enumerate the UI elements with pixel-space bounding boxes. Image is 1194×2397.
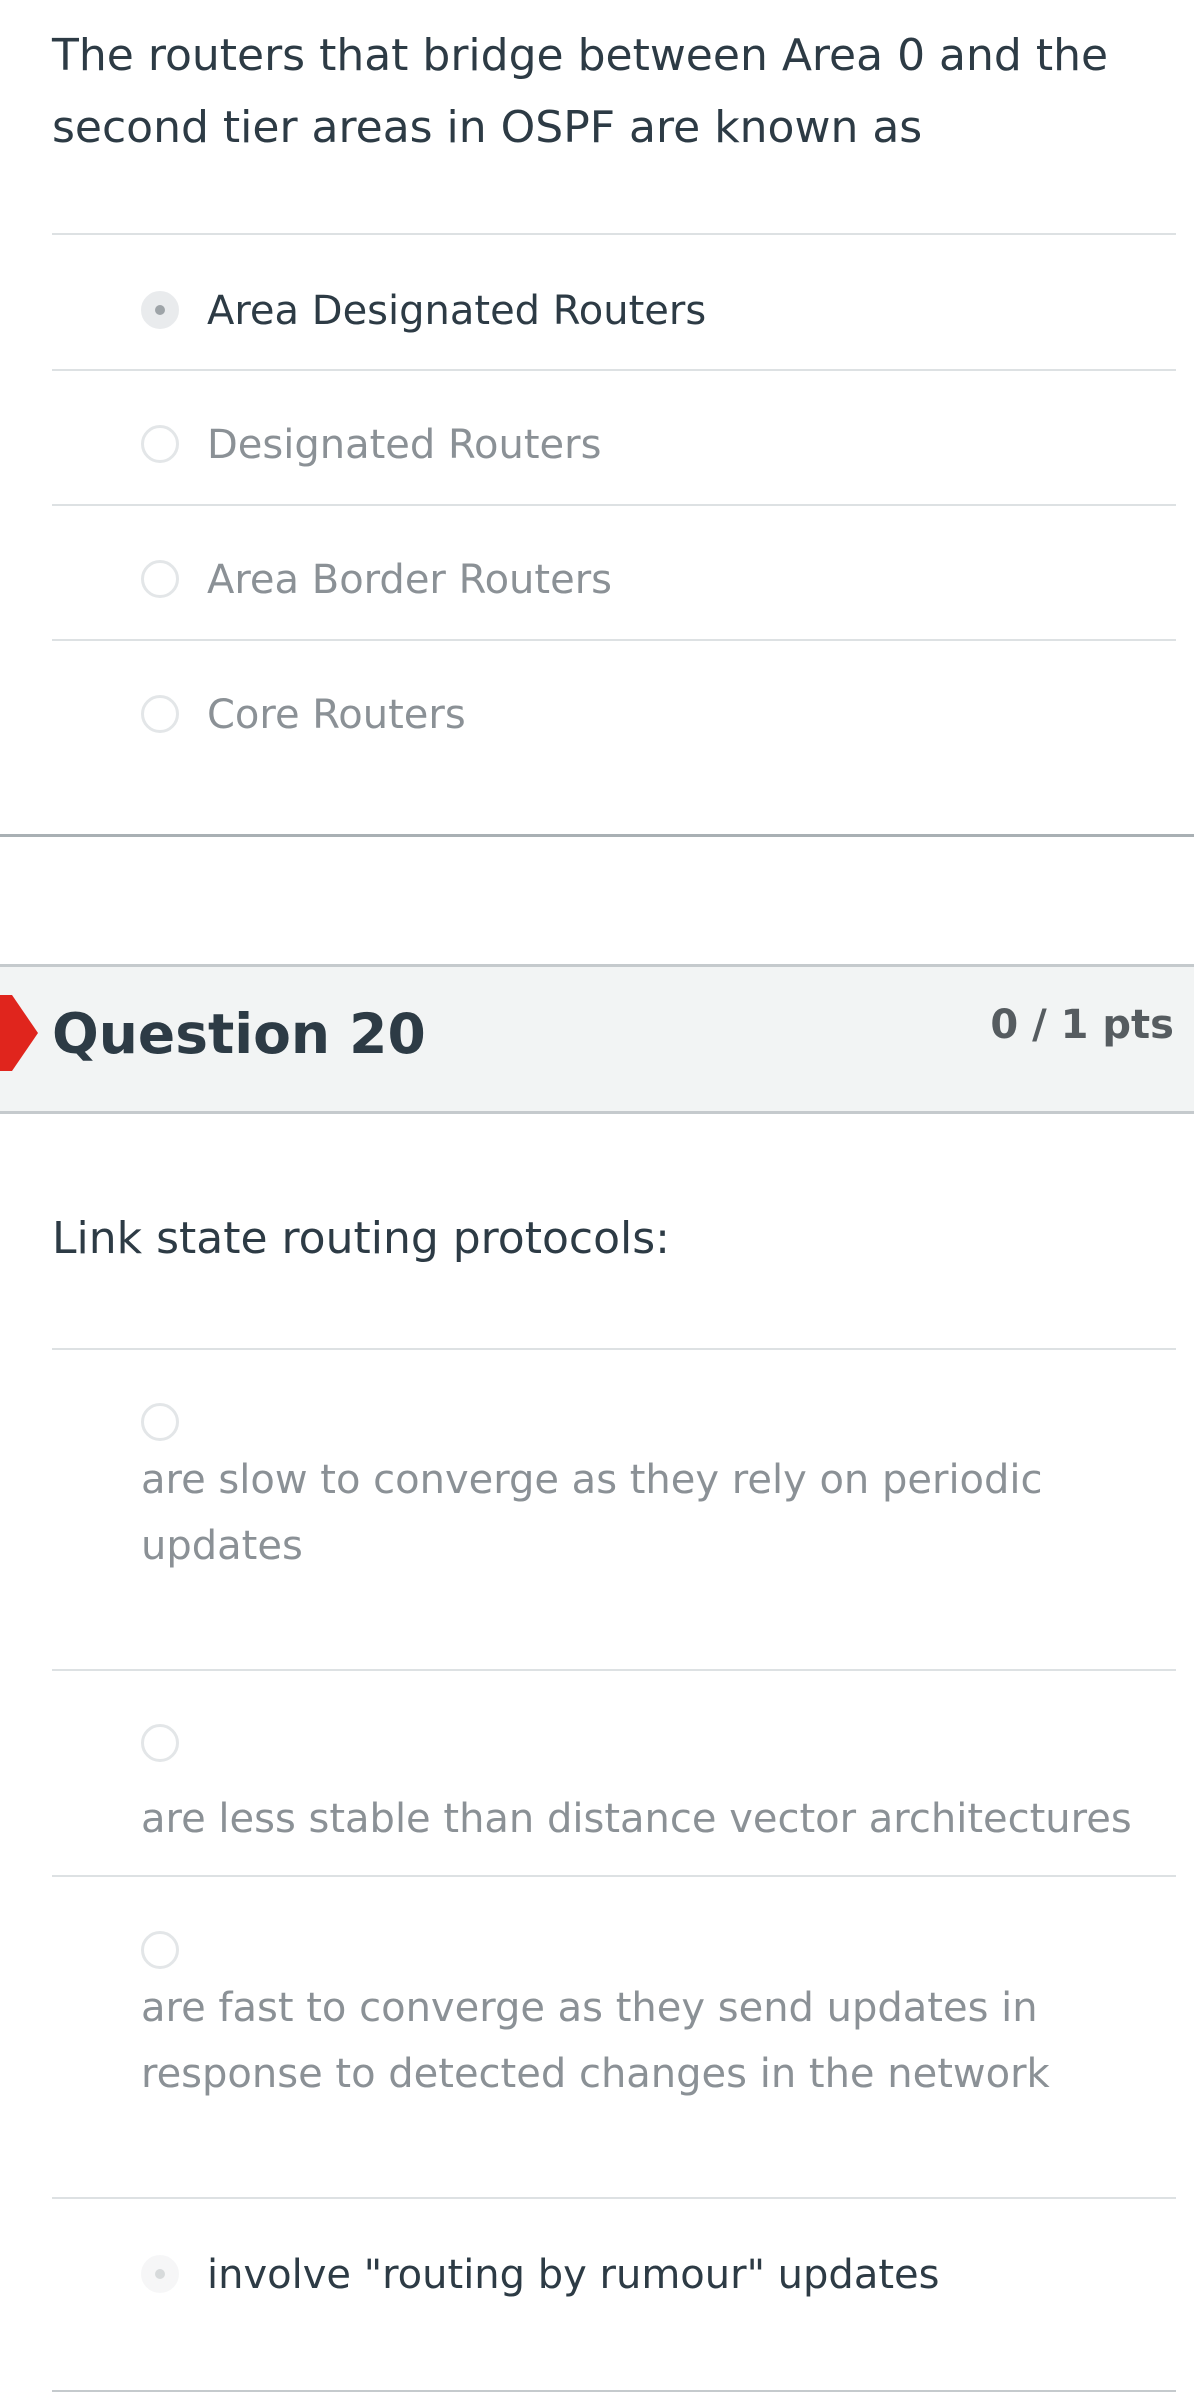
divider — [52, 2390, 1176, 2392]
divider — [52, 369, 1176, 371]
answer-label-routing-by-rumour: involve "routing by rumour" updates — [207, 2252, 940, 2298]
answer-radio-routing-by-rumour[interactable] — [141, 2255, 179, 2293]
answer-label-slow-to-converge: are slow to converge as they rely on per… — [141, 1447, 1043, 1579]
question-20-header: Question 20 0 / 1 pts — [0, 964, 1194, 1114]
answer-label-core-routers: Core Routers — [207, 692, 466, 738]
answer-radio-area-border-routers[interactable] — [141, 560, 179, 598]
question-19-text-line1: The routers that bridge between Area 0 a… — [52, 30, 1109, 81]
incorrect-answer-flag-icon — [0, 995, 38, 1071]
answer-label-line: response to detected changes in the netw… — [141, 2051, 1050, 2097]
answer-label-line: updates — [141, 1523, 303, 1569]
divider — [52, 1669, 1176, 1671]
divider — [52, 2197, 1176, 2199]
answer-radio-less-stable[interactable] — [141, 1724, 179, 1762]
question-separator — [0, 834, 1194, 837]
question-19-text-line2: second tier areas in OSPF are known as — [52, 102, 923, 153]
answer-label-line: are slow to converge as they rely on per… — [141, 1457, 1043, 1503]
answer-radio-area-designated-routers[interactable] — [141, 291, 179, 329]
answer-label-designated-routers: Designated Routers — [207, 422, 602, 468]
answer-label-less-stable: are less stable than distance vector arc… — [141, 1796, 1132, 1842]
answer-radio-fast-to-converge[interactable] — [141, 1931, 179, 1969]
question-points: 0 / 1 pts — [990, 1002, 1174, 1048]
divider — [52, 504, 1176, 506]
answer-radio-slow-to-converge[interactable] — [141, 1403, 179, 1441]
question-19-text: The routers that bridge between Area 0 a… — [52, 20, 1108, 164]
divider — [52, 233, 1176, 235]
answer-label-area-designated-routers: Area Designated Routers — [207, 288, 707, 334]
divider — [52, 1875, 1176, 1877]
question-title: Question 20 — [52, 1002, 426, 1066]
answer-label-line: are fast to converge as they send update… — [141, 1985, 1038, 2031]
divider — [52, 1348, 1176, 1350]
answer-radio-designated-routers[interactable] — [141, 425, 179, 463]
answer-radio-core-routers[interactable] — [141, 695, 179, 733]
divider — [52, 639, 1176, 641]
answer-label-area-border-routers: Area Border Routers — [207, 557, 612, 603]
answer-label-fast-to-converge: are fast to converge as they send update… — [141, 1975, 1050, 2107]
question-20-text: Link state routing protocols: — [52, 1213, 670, 1264]
